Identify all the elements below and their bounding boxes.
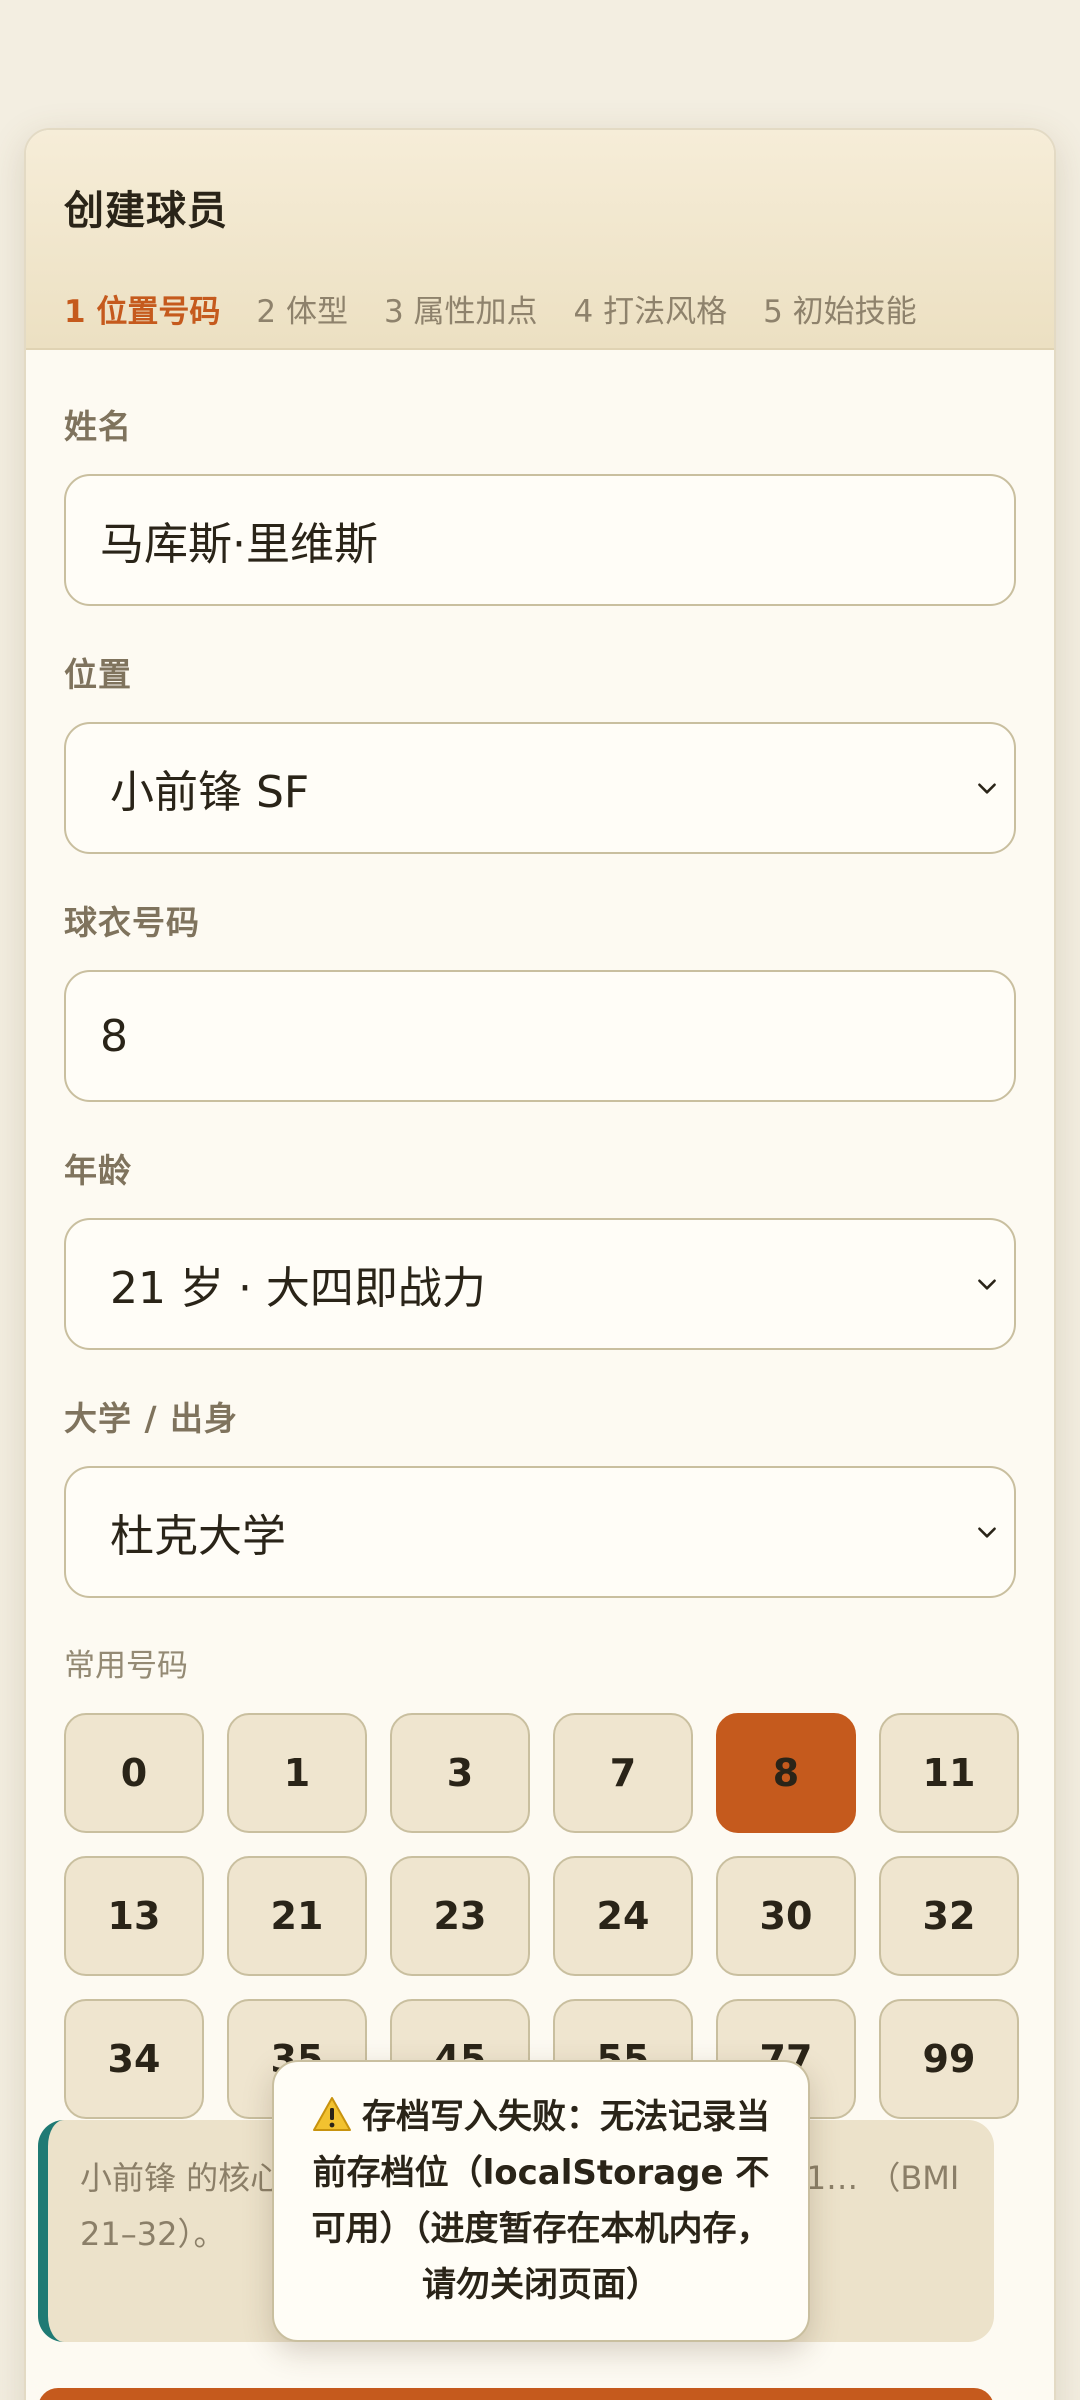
common-numbers-label: 常用号码	[64, 1648, 188, 1684]
age-select[interactable]: 21 岁 · 大四即战力	[64, 1218, 1016, 1350]
age-label: 年龄	[64, 1151, 132, 1190]
age-value: 21 岁 · 大四即战力	[110, 1263, 486, 1314]
card-header: 创建球员 1 位置号码 2 体型 3 属性加点 4 打法风格 5 初始技能	[26, 130, 1054, 350]
warning-icon	[313, 2097, 351, 2131]
position-select[interactable]: 小前锋 SF	[64, 722, 1016, 854]
chevron-down-icon	[978, 783, 996, 794]
jersey-number-option[interactable]: 32	[879, 1856, 1019, 1976]
toast-message: 存档写入失败：无法记录当前存档位（localStorage 不可用）（进度暂存在…	[311, 2097, 771, 2305]
tab-step-3[interactable]: 3 属性加点	[384, 286, 538, 331]
jersey-number-option[interactable]: 21	[227, 1856, 367, 1976]
jersey-number-option[interactable]: 7	[553, 1713, 693, 1833]
age-field-group: 年龄 21 岁 · 大四即战力	[64, 1144, 1016, 1350]
chevron-down-icon	[978, 1527, 996, 1538]
jersey-number-option[interactable]: 99	[879, 1999, 1019, 2119]
name-input[interactable]: 马库斯·里维斯	[64, 474, 1016, 606]
jersey-number-option[interactable]: 0	[64, 1713, 204, 1833]
tab-step-5[interactable]: 5 初始技能	[763, 286, 917, 331]
name-label: 姓名	[64, 407, 132, 446]
save-error-toast: 存档写入失败：无法记录当前存档位（localStorage 不可用）（进度暂存在…	[272, 2060, 810, 2342]
jersey-field-group: 球衣号码 8	[64, 896, 1016, 1102]
jersey-number-input[interactable]: 8	[64, 970, 1016, 1102]
common-numbers-grid: 0 1 3 7 8 11 13 21 23 24 30 32 34 35 45 55 77 99	[64, 1713, 1019, 2119]
college-field-group: 大学 / 出身 杜克大学	[64, 1392, 1016, 1598]
step-tabs: 1 位置号码 2 体型 3 属性加点 4 打法风格 5 初始技能	[64, 286, 1016, 331]
player-form: 姓名 马库斯·里维斯 位置 小前锋 SF 球衣号码 8 年龄 21 岁 · 大四…	[26, 350, 1054, 2119]
college-value: 杜克大学	[110, 1511, 286, 1562]
jersey-number-option[interactable]: 23	[390, 1856, 530, 1976]
tab-step-4[interactable]: 4 打法风格	[574, 286, 728, 331]
jersey-number-option[interactable]: 11	[879, 1713, 1019, 1833]
jersey-number-option[interactable]: 30	[716, 1856, 856, 1976]
college-label: 大学 / 出身	[64, 1399, 239, 1438]
page: 创建球员 1 位置号码 2 体型 3 属性加点 4 打法风格 5 初始技能 姓名…	[0, 0, 1080, 2400]
college-select[interactable]: 杜克大学	[64, 1466, 1016, 1598]
jersey-number-option[interactable]: 8	[716, 1713, 856, 1833]
chevron-down-icon	[978, 1279, 996, 1290]
position-field-group: 位置 小前锋 SF	[64, 648, 1016, 854]
name-field-group: 姓名 马库斯·里维斯	[64, 400, 1016, 606]
position-label: 位置	[64, 655, 132, 694]
jersey-number-option[interactable]: 1	[227, 1713, 367, 1833]
jersey-number-option[interactable]: 24	[553, 1856, 693, 1976]
tab-step-2[interactable]: 2 体型	[256, 286, 348, 331]
position-value: 小前锋 SF	[110, 767, 310, 818]
jersey-label: 球衣号码	[64, 903, 200, 942]
jersey-number-option[interactable]: 13	[64, 1856, 204, 1976]
jersey-number-option[interactable]: 3	[390, 1713, 530, 1833]
tab-step-1[interactable]: 1 位置号码	[64, 286, 220, 331]
jersey-number-option[interactable]: 34	[64, 1999, 204, 2119]
next-step-button[interactable]	[38, 2388, 994, 2400]
page-title: 创建球员	[64, 188, 228, 234]
